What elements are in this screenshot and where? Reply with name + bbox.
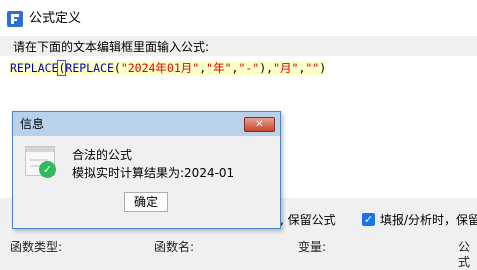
formula-token: ( [113, 61, 121, 75]
formula-string: "-" [238, 61, 260, 75]
function-name-label: 函数名: [154, 240, 195, 254]
function-type-label: 函数类型: [10, 240, 63, 254]
formula-function: REPLACE [10, 61, 59, 75]
formula-string: "" [305, 61, 320, 75]
dialog-close-button[interactable]: ✕ [244, 117, 275, 132]
app-logo-icon [7, 11, 23, 27]
formula-token: ), [259, 61, 274, 75]
formula-text[interactable]: REPLACE(REPLACE("2024年01月","年","-"),"月",… [10, 60, 327, 76]
editor-instruction: 请在下面的文本编辑框里面输入公式: [13, 40, 210, 54]
formula-string: "月" [273, 61, 299, 75]
success-check-icon: ✓ [39, 161, 56, 178]
window-title: 公式定义 [29, 11, 82, 26]
dialog-result: 模拟实时计算结果为:2024-01 [72, 166, 235, 180]
formula-token: ) [319, 61, 327, 75]
info-dialog: 信息 ✕ ✓ 合法的公式 模拟实时计算结果为:2024-01 确定 [12, 111, 281, 229]
dialog-titlebar: 信息 ✕ [13, 112, 280, 136]
window-titlebar: 公式定义 [0, 0, 477, 36]
formula-string: "年" [206, 61, 232, 75]
fill-analysis-option-label[interactable]: 填报/分析时，保留 [380, 212, 477, 228]
fill-analysis-checkbox[interactable]: ✓ [362, 213, 375, 226]
dialog-message: 合法的公式 [72, 148, 133, 162]
formula-label: 公式 [458, 240, 471, 269]
variable-label: 变量: [298, 240, 327, 254]
formula-function: REPLACE [65, 61, 114, 75]
dialog-title: 信息 [20, 117, 45, 131]
formula-string: "2024年01月" [120, 61, 200, 75]
ok-button[interactable]: 确定 [124, 192, 168, 212]
